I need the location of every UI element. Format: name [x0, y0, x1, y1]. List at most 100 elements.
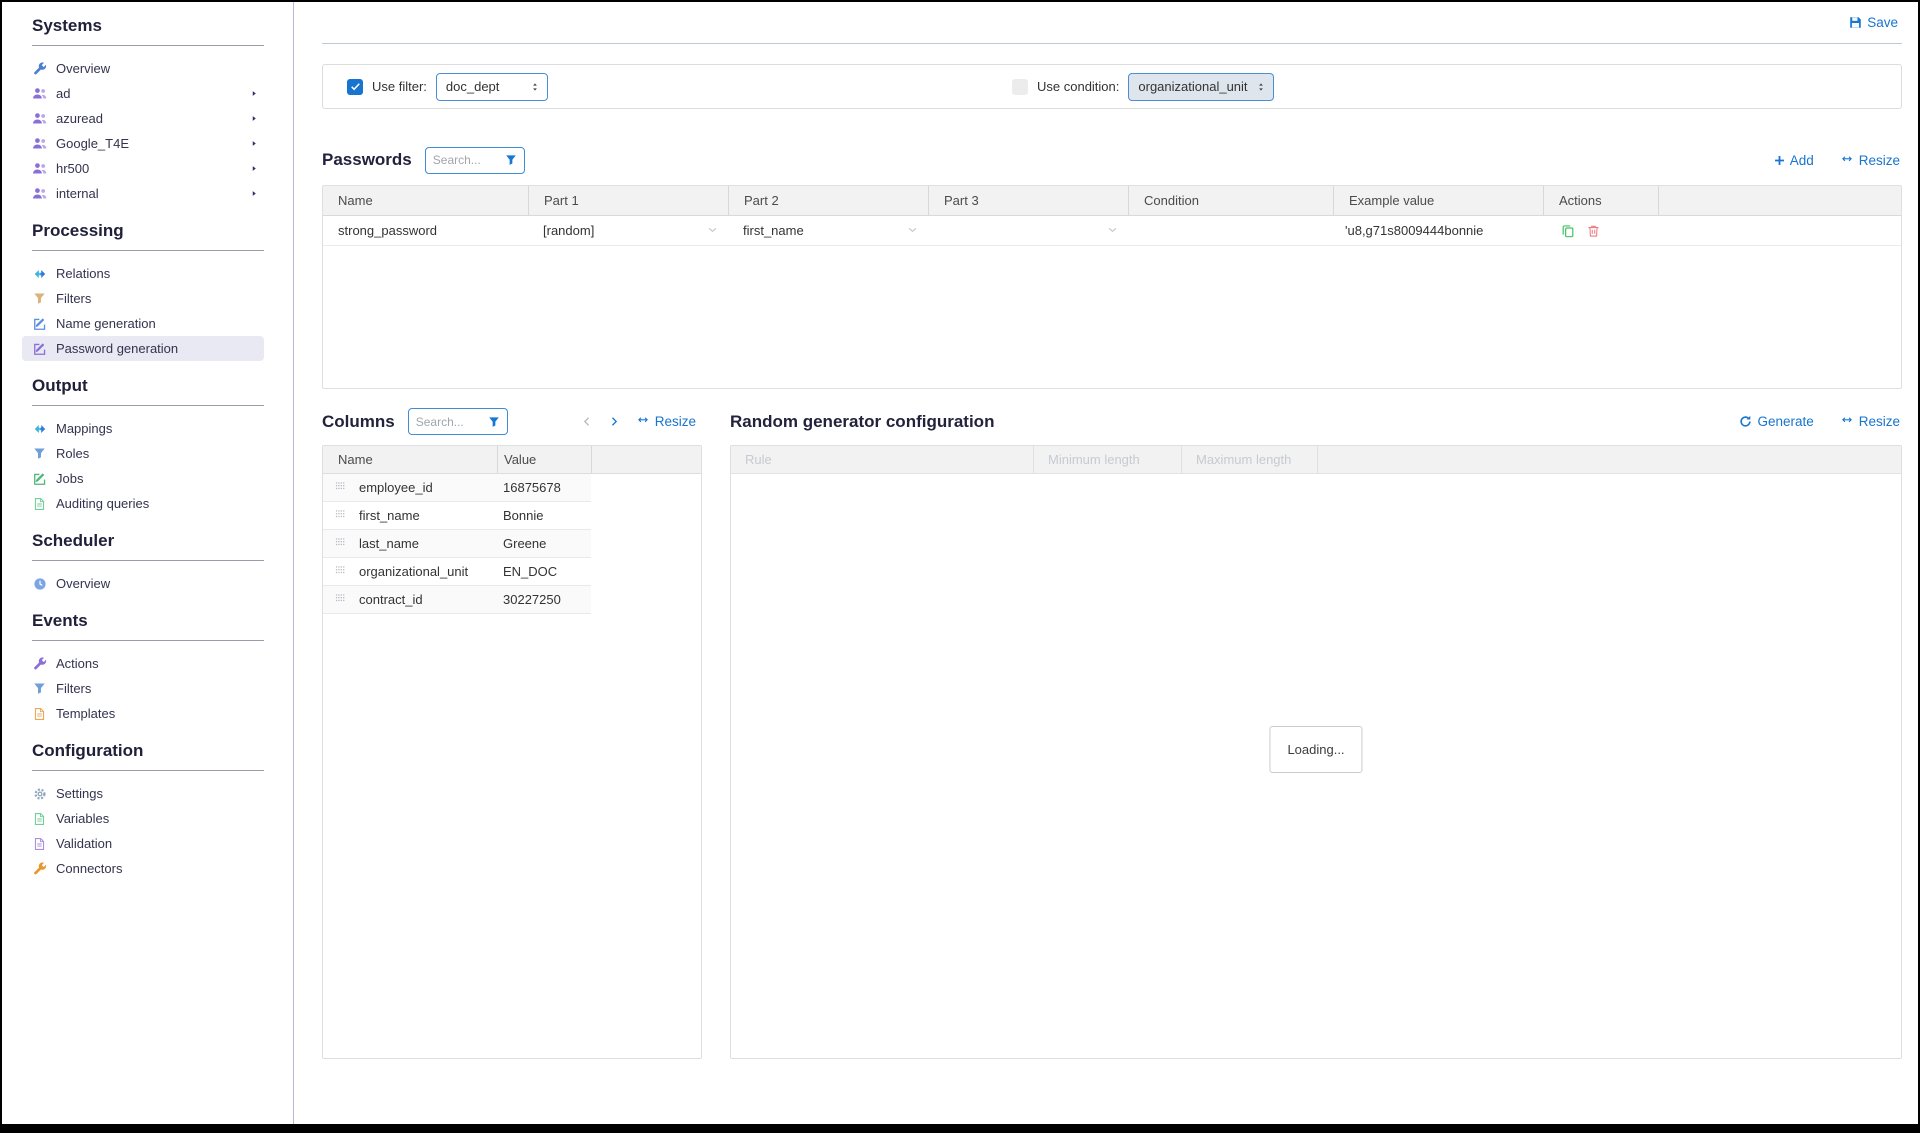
main-content: Save Use filter: doc_dept Use condition:…	[294, 2, 1918, 1124]
sidebar-item-ad[interactable]: ad	[22, 81, 264, 106]
column-name: last_name	[359, 536, 419, 551]
sidebar-item-label: azuread	[56, 111, 103, 126]
expand-arrow-icon[interactable]	[251, 139, 258, 148]
copy-icon[interactable]	[1561, 224, 1575, 238]
sidebar-item-password-generation[interactable]: Password generation	[22, 336, 264, 361]
file-icon	[32, 836, 47, 851]
columns-resize-button[interactable]: Resize	[636, 414, 696, 429]
sidebar-item-roles[interactable]: Roles	[22, 441, 264, 466]
part3-select[interactable]	[928, 225, 1128, 236]
drag-handle-icon[interactable]	[334, 538, 348, 549]
expand-arrow-icon[interactable]	[251, 189, 258, 198]
password-name-cell: strong_password	[323, 223, 528, 238]
resize-icon	[636, 416, 650, 427]
sidebar-section-scheduler: SchedulerOverview	[32, 531, 293, 596]
users-icon	[32, 86, 47, 101]
column-name: employee_id	[359, 480, 433, 495]
sidebar-item-filters[interactable]: Filters	[22, 676, 264, 701]
sidebar-item-filters[interactable]: Filters	[22, 286, 264, 311]
use-condition-checkbox[interactable]	[1012, 79, 1028, 95]
table-row[interactable]: last_nameGreene	[323, 530, 591, 558]
trash-icon[interactable]	[1587, 224, 1600, 238]
filter-select[interactable]: doc_dept	[436, 73, 548, 101]
expand-arrow-icon[interactable]	[251, 89, 258, 98]
generator-actions: Generate Resize	[1739, 414, 1902, 429]
prev-page-button[interactable]	[582, 415, 592, 428]
section-title: Events	[32, 611, 264, 641]
drag-handle-icon[interactable]	[334, 510, 348, 521]
sidebar-section-systems: SystemsOverviewadazureadGoogle_T4Ehr500i…	[32, 16, 293, 206]
condition-select[interactable]: organizational_unit	[1128, 73, 1273, 101]
columns-table-body: employee_id16875678first_nameBonnielast_…	[323, 474, 701, 614]
expand-arrow-icon[interactable]	[251, 164, 258, 173]
clock-icon	[32, 576, 47, 591]
sidebar-item-relations[interactable]: Relations	[22, 261, 264, 286]
sidebar-section-configuration: ConfigurationSettingsVariablesValidation…	[32, 741, 293, 881]
generator-resize-button[interactable]: Resize	[1840, 414, 1900, 429]
columns-table-header: NameValue	[323, 446, 701, 474]
sidebar-item-hr500[interactable]: hr500	[22, 156, 264, 181]
sidebar-section-processing: ProcessingRelationsFiltersName generatio…	[32, 221, 293, 361]
select-updown-icon	[1256, 81, 1266, 93]
sidebar-item-label: Name generation	[56, 316, 156, 331]
sidebar-item-label: Settings	[56, 786, 103, 801]
add-button[interactable]: Add	[1774, 153, 1814, 168]
sidebar-item-azuread[interactable]: azuread	[22, 106, 264, 131]
chevron-down-icon	[907, 225, 918, 236]
columns-search-input[interactable]	[416, 415, 484, 429]
sidebar-item-connectors[interactable]: Connectors	[22, 856, 264, 881]
column-header-part-2: Part 2	[728, 186, 928, 215]
passwords-resize-button[interactable]: Resize	[1840, 153, 1900, 168]
sidebar-item-overview[interactable]: Overview	[22, 571, 264, 596]
column-name: organizational_unit	[359, 564, 468, 579]
sidebar-item-label: hr500	[56, 161, 89, 176]
wrench-icon	[32, 61, 47, 76]
lower-section-headers: Columns Resize Random generator configur…	[322, 406, 1902, 437]
passwords-table-body: strong_password[random]first_name'u8,g71…	[323, 216, 1901, 246]
sidebar-item-internal[interactable]: internal	[22, 181, 264, 206]
column-name-cell: contract_id	[323, 592, 497, 607]
wrench-icon	[32, 656, 47, 671]
sidebar-item-mappings[interactable]: Mappings	[22, 416, 264, 441]
table-row: strong_password[random]first_name'u8,g71…	[323, 216, 1901, 246]
sidebar-item-jobs[interactable]: Jobs	[22, 466, 264, 491]
drag-handle-icon[interactable]	[334, 566, 348, 577]
edit-note-icon	[32, 316, 47, 331]
column-header-spacer	[591, 446, 701, 473]
next-page-button[interactable]	[609, 415, 619, 428]
table-row[interactable]: first_nameBonnie	[323, 502, 591, 530]
use-filter-checkbox[interactable]	[347, 79, 363, 95]
table-row[interactable]: employee_id16875678	[323, 474, 591, 502]
filter-icon	[32, 446, 47, 461]
column-header-actions: Actions	[1543, 186, 1658, 215]
generate-button[interactable]: Generate	[1739, 414, 1813, 429]
expand-arrow-icon[interactable]	[251, 114, 258, 123]
part-value: [random]	[543, 223, 594, 238]
resize-icon	[1840, 155, 1854, 166]
sidebar-item-overview[interactable]: Overview	[22, 56, 264, 81]
part2-select[interactable]: first_name	[728, 223, 928, 238]
sidebar-item-auditing-queries[interactable]: Auditing queries	[22, 491, 264, 516]
sidebar-item-validation[interactable]: Validation	[22, 831, 264, 856]
filter-select-value: doc_dept	[446, 79, 500, 94]
passwords-search-input[interactable]	[433, 153, 501, 167]
sidebar-item-label: ad	[56, 86, 70, 101]
table-row[interactable]: organizational_unitEN_DOC	[323, 558, 591, 586]
sidebar-item-google-t4e[interactable]: Google_T4E	[22, 131, 264, 156]
sidebar-item-label: Connectors	[56, 861, 122, 876]
drag-handle-icon[interactable]	[334, 482, 348, 493]
part1-select[interactable]: [random]	[528, 223, 728, 238]
save-button[interactable]: Save	[1849, 15, 1898, 30]
column-header-spacer	[1317, 446, 1901, 473]
sidebar-item-actions[interactable]: Actions	[22, 651, 264, 676]
sidebar-item-templates[interactable]: Templates	[22, 701, 264, 726]
part-value: first_name	[743, 223, 804, 238]
table-row[interactable]: contract_id30227250	[323, 586, 591, 614]
drag-handle-icon[interactable]	[334, 594, 348, 605]
sidebar-item-name-generation[interactable]: Name generation	[22, 311, 264, 336]
sidebar-item-label: Overview	[56, 576, 110, 591]
loading-indicator: Loading...	[1269, 726, 1362, 773]
sidebar-item-settings[interactable]: Settings	[22, 781, 264, 806]
refresh-icon	[1739, 415, 1752, 428]
sidebar-item-variables[interactable]: Variables	[22, 806, 264, 831]
